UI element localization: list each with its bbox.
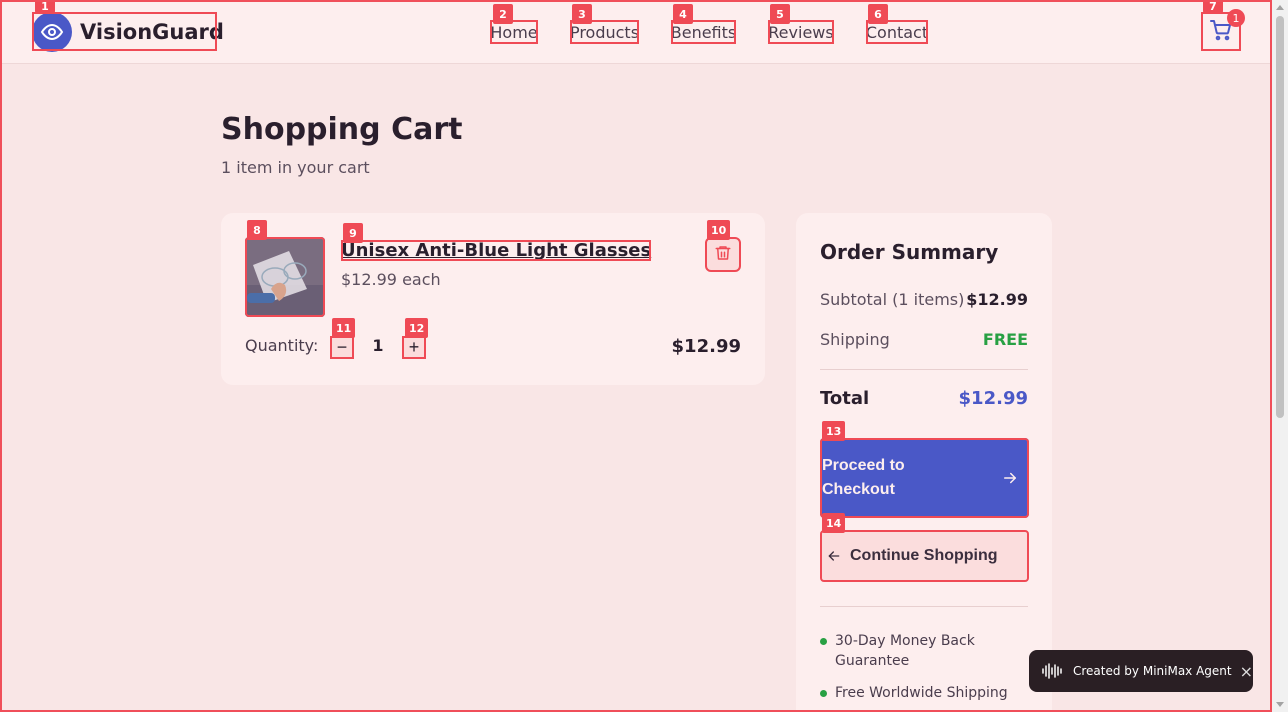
annotation-tag: 13 [822, 421, 846, 441]
page-title: Shopping Cart [221, 112, 463, 147]
perk-text: Free Worldwide Shipping [835, 685, 1008, 701]
shipping-label: Shipping [820, 330, 890, 349]
creator-toast: Created by MiniMax Agent × [1029, 650, 1253, 692]
total-label: Total [820, 388, 870, 409]
continue-label: Continue Shopping [850, 547, 998, 564]
total-value: $12.99 [958, 388, 1028, 409]
annotation-tag: 11 [332, 318, 356, 338]
annotation-tag: 5 [770, 4, 790, 24]
quantity-label: Quantity: [245, 336, 319, 355]
eye-icon [32, 11, 72, 52]
scroll-down-arrow-icon[interactable] [1276, 702, 1284, 707]
check-dot-icon [820, 638, 827, 645]
brand-logo-link[interactable]: VisionGuard [32, 11, 224, 52]
perk-text: 30-Day Money Back Guarantee [835, 633, 975, 669]
summary-divider [820, 606, 1028, 607]
checkout-label: Proceed to Checkout [822, 457, 905, 498]
subtotal-label: Subtotal (1 items) [820, 290, 965, 309]
audio-wave-icon [1041, 662, 1065, 680]
trash-icon [714, 244, 732, 265]
cart-count-badge: 1 [1227, 9, 1245, 27]
vertical-scrollbar[interactable] [1272, 0, 1288, 712]
proceed-to-checkout-button[interactable]: Proceed to Checkout [820, 438, 1029, 518]
annotation-tag: 8 [247, 220, 267, 240]
arrow-right-icon [1001, 469, 1023, 487]
product-image[interactable] [245, 237, 325, 317]
annotation-tag: 4 [673, 4, 693, 24]
quantity-value: 1 [372, 336, 384, 355]
perk-item: Free Worldwide Shipping [820, 683, 1020, 703]
brand-name: VisionGuard [80, 19, 224, 44]
shipping-row: Shipping FREE [820, 330, 1028, 349]
annotation-tag: 1 [35, 0, 55, 13]
annotation-tag: 6 [868, 4, 888, 24]
shipping-value: FREE [982, 330, 1028, 349]
close-icon[interactable]: × [1240, 662, 1253, 681]
increase-quantity-button[interactable]: + [402, 336, 426, 359]
check-dot-icon [820, 690, 827, 697]
annotation-tag: 7 [1203, 0, 1223, 13]
subtotal-row: Subtotal (1 items) $12.99 [820, 290, 1028, 309]
perk-item: 30-Day Money Back Guarantee [820, 631, 1020, 671]
annotation-tag: 2 [493, 4, 513, 24]
total-row: Total $12.99 [820, 388, 1028, 409]
summary-divider [820, 369, 1028, 370]
annotation-tag: 3 [572, 4, 592, 24]
subtotal-value: $12.99 [966, 290, 1028, 309]
scrollbar-thumb[interactable] [1276, 16, 1284, 418]
toast-text: Created by MiniMax Agent [1073, 664, 1232, 678]
remove-item-button[interactable] [705, 237, 741, 272]
product-name-link[interactable]: Unisex Anti-Blue Light Glasses [341, 240, 651, 261]
annotation-tag: 14 [822, 513, 846, 533]
line-total: $12.99 [671, 336, 741, 357]
decrease-quantity-button[interactable]: − [330, 336, 354, 359]
unit-price: $12.99 each [341, 270, 441, 289]
continue-shopping-button[interactable]: Continue Shopping [820, 530, 1029, 582]
site-header: VisionGuard Home Products Benefits Revie… [0, 0, 1272, 64]
arrow-left-icon [826, 548, 842, 564]
annotation-tag: 10 [707, 220, 731, 240]
cart-item-count: 1 item in your cart [221, 158, 370, 177]
order-summary-title: Order Summary [820, 240, 999, 264]
scroll-up-arrow-icon[interactable] [1276, 5, 1284, 10]
annotation-tag: 12 [405, 318, 429, 338]
annotation-tag: 9 [343, 223, 363, 243]
